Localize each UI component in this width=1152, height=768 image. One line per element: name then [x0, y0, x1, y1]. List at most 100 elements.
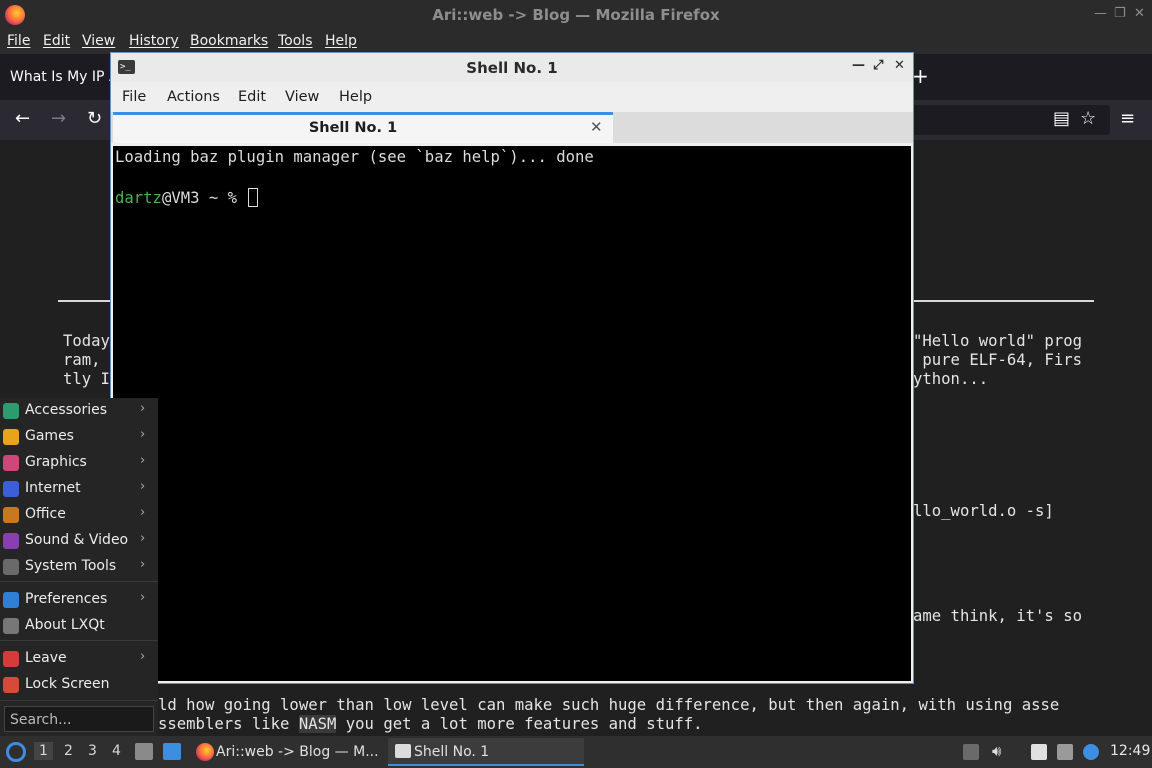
chevron-right-icon: ›: [140, 479, 146, 494]
firefox-titlebar: Ari::web -> Blog — Mozilla Firefox — ❐ ✕: [0, 0, 1152, 30]
term-menu-view[interactable]: View: [285, 89, 319, 105]
workspace-4[interactable]: 4: [112, 743, 121, 759]
terminal-tab[interactable]: Shell No. 1 ✕: [113, 112, 613, 143]
tab-close-icon[interactable]: ✕: [590, 118, 603, 136]
chevron-right-icon: ›: [140, 557, 146, 572]
prompt-host: @VM3 ~ %: [161, 189, 247, 207]
task-firefox[interactable]: Ari::web -> Blog — M...: [190, 738, 382, 766]
menu-item-label: Preferences: [25, 591, 108, 607]
terminal-prompt: dartz@VM3 ~ %: [115, 188, 259, 207]
menu-item-label: Lock Screen: [25, 676, 110, 692]
terminal-tab-label: Shell No. 1: [308, 120, 398, 136]
paragraph-text: ssemblers like NASM you get a lot more f…: [158, 715, 703, 733]
paragraph-text: Today: [63, 332, 110, 350]
start-menu-button[interactable]: [6, 742, 26, 762]
menu-item-lock-screen[interactable]: Lock Screen: [0, 672, 158, 698]
maximize-icon[interactable]: ⤢: [873, 58, 883, 73]
chevron-right-icon: ›: [140, 453, 146, 468]
menu-separator: [0, 581, 158, 582]
show-desktop-icon[interactable]: [163, 743, 181, 760]
menu-edit[interactable]: Edit: [43, 33, 70, 49]
paragraph-text: ram,: [63, 351, 101, 369]
close-icon[interactable]: ✕: [1134, 6, 1145, 21]
menu-item-games[interactable]: Games ›: [0, 424, 158, 450]
paragraph-text: pure ELF-64, Firs: [913, 351, 1082, 369]
menu-item-graphics[interactable]: Graphics ›: [0, 450, 158, 476]
firefox-menubar: File Edit View History Bookmarks Tools H…: [0, 30, 1152, 54]
minimize-icon[interactable]: —: [852, 58, 865, 73]
menu-item-label: Games: [25, 428, 74, 444]
sound-video-icon: [3, 533, 19, 549]
volume-icon[interactable]: 🔊︎: [992, 742, 1008, 760]
bookmark-star-icon[interactable]: ☆: [1080, 109, 1096, 129]
menu-item-label: About LXQt: [25, 617, 105, 633]
minimize-icon[interactable]: —: [1094, 6, 1107, 21]
reload-icon[interactable]: ↻: [87, 109, 102, 129]
preferences-icon: [3, 592, 19, 608]
chevron-right-icon: ›: [140, 427, 146, 442]
paragraph-text: ame think, it's so: [913, 607, 1082, 625]
firefox-icon: [196, 743, 214, 761]
terminal-output[interactable]: Loading baz plugin manager (see `baz hel…: [113, 146, 911, 681]
close-icon[interactable]: ✕: [894, 58, 905, 73]
maximize-icon[interactable]: ❐: [1114, 6, 1126, 21]
terminal-icon: [395, 744, 411, 758]
workspace-2[interactable]: 2: [64, 743, 73, 759]
notification-icon[interactable]: [1083, 744, 1099, 760]
terminal-cursor: [248, 188, 259, 207]
menu-item-label: Internet: [25, 480, 81, 496]
menu-separator: [0, 700, 158, 701]
menu-tools[interactable]: Tools: [278, 33, 313, 49]
menu-help[interactable]: Help: [325, 33, 357, 49]
workspace-1[interactable]: 1: [34, 742, 53, 760]
forward-icon[interactable]: →: [51, 109, 66, 129]
games-icon: [3, 429, 19, 445]
taskbar: 1 2 3 4 Ari::web -> Blog — M... Shell No…: [0, 736, 1152, 768]
start-menu: Accessories › Games › Graphics › Internet › Offi…: [0, 398, 158, 736]
menu-item-accessories[interactable]: Accessories ›: [0, 398, 158, 424]
new-tab-icon[interactable]: +: [912, 64, 929, 88]
menu-item-label: Office: [25, 506, 66, 522]
menu-item-about-lxqt[interactable]: About LXQt: [0, 613, 158, 639]
reader-view-icon[interactable]: ▤: [1053, 109, 1070, 129]
term-menu-actions[interactable]: Actions: [167, 89, 220, 105]
search-input[interactable]: Search...: [4, 706, 154, 732]
graphics-icon: [3, 455, 19, 471]
workspace-3[interactable]: 3: [88, 743, 97, 759]
term-menu-file[interactable]: File: [122, 89, 146, 105]
network-icon[interactable]: [1057, 744, 1073, 760]
menu-item-office[interactable]: Office ›: [0, 502, 158, 528]
menu-item-label: System Tools: [25, 558, 117, 574]
system-tools-icon: [3, 559, 19, 575]
menu-item-label: Accessories: [25, 402, 108, 418]
clock[interactable]: 12:49: [1110, 743, 1150, 759]
chevron-right-icon: ›: [140, 590, 146, 605]
chevron-right-icon: ›: [140, 505, 146, 520]
prompt-user: dartz: [115, 189, 162, 207]
app-menu-icon[interactable]: ≡: [1120, 109, 1135, 129]
term-menu-edit[interactable]: Edit: [238, 89, 266, 105]
terminal-title: Shell No. 1: [466, 59, 558, 77]
menu-item-leave[interactable]: Leave ›: [0, 646, 158, 672]
menu-item-preferences[interactable]: Preferences ›: [0, 587, 158, 613]
menu-item-sound-video[interactable]: Sound & Video ›: [0, 528, 158, 554]
browser-tab[interactable]: What Is My IP A: [0, 62, 120, 92]
office-icon: [3, 507, 19, 523]
menu-item-internet[interactable]: Internet ›: [0, 476, 158, 502]
terminal-window: >_ Shell No. 1 — ⤢ ✕ File Actions Edit V…: [110, 52, 914, 684]
task-label: Ari::web -> Blog — M...: [216, 744, 379, 760]
leave-icon: [3, 651, 19, 667]
chevron-right-icon: ›: [140, 401, 146, 416]
tray-arrow-icon[interactable]: [963, 744, 979, 760]
menu-history[interactable]: History: [129, 33, 179, 49]
clipboard-icon[interactable]: [1031, 744, 1047, 760]
back-icon[interactable]: ←: [15, 109, 30, 129]
menu-bookmarks[interactable]: Bookmarks: [190, 33, 268, 49]
paragraph-text: ld how going lower than low level can ma…: [158, 696, 1060, 714]
term-menu-help[interactable]: Help: [339, 89, 372, 105]
task-shell[interactable]: Shell No. 1: [388, 738, 584, 766]
menu-file[interactable]: File: [7, 33, 30, 49]
menu-view[interactable]: View: [82, 33, 115, 49]
menu-item-system-tools[interactable]: System Tools ›: [0, 554, 158, 580]
file-manager-icon[interactable]: [135, 743, 153, 760]
